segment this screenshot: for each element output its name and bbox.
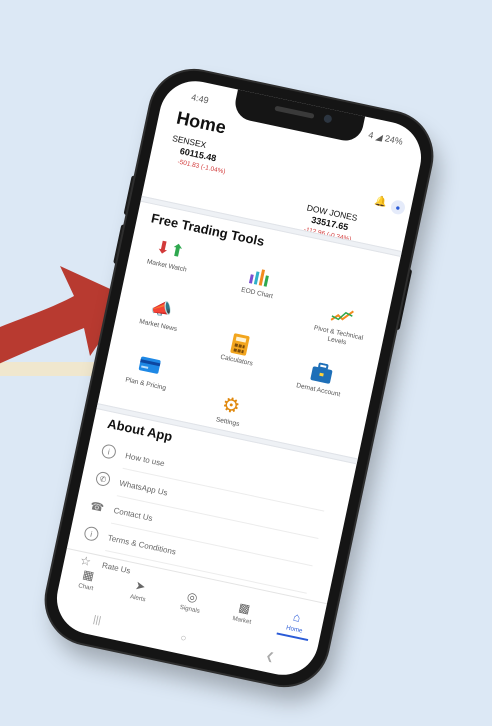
about-item-label: How to use (124, 450, 166, 468)
page-title: Home (174, 107, 228, 138)
nav-signals[interactable]: ◎ Signals (168, 586, 216, 618)
back-icon[interactable]: ❮ (265, 650, 275, 663)
tool-pivot-technical[interactable]: Pivot & Technical Levels (302, 299, 379, 353)
tool-demat-account[interactable]: Demat Account (283, 356, 358, 402)
phone-mockup: 4:49 4 ◢ 24% Home SENSEX 60115.48 -501.8… (38, 62, 440, 694)
nav-home[interactable]: ⌂ Home (271, 605, 320, 642)
bell-icon[interactable]: 🔔 (372, 193, 389, 210)
tool-market-news[interactable]: 📣 Market News (123, 291, 198, 337)
recent-apps-icon[interactable]: ||| (92, 614, 102, 626)
whatsapp-icon: ✆ (94, 470, 112, 488)
speaker (274, 105, 315, 119)
status-signal: 4 ◢ 24% (367, 129, 404, 147)
info-icon: i (83, 525, 100, 543)
camera (323, 114, 333, 124)
tool-eod-chart[interactable]: EOD Chart (222, 259, 297, 305)
nav-alerts[interactable]: ➤ Alerts (116, 575, 164, 607)
nav-market[interactable]: ▩ Market (220, 597, 268, 629)
tool-plan-pricing[interactable]: Plan & Pricing (110, 350, 185, 396)
status-time: 4:49 (190, 92, 210, 106)
home-circle-icon[interactable]: ○ (179, 632, 187, 644)
ticker-sensex[interactable]: SENSEX 60115.48 -501.83 (-1.04%) (167, 133, 231, 178)
app-screen: 4:49 4 ◢ 24% Home SENSEX 60115.48 -501.8… (50, 74, 428, 682)
tool-market-watch[interactable]: ⬇⬆ Market Watch (132, 232, 207, 278)
about-item-label: WhatsApp Us (118, 478, 169, 498)
nav-chart[interactable]: ▦ Chart (64, 564, 112, 596)
info-icon: i (100, 443, 118, 460)
phone-icon: ☎ (89, 499, 106, 515)
about-item-label: Contact Us (112, 505, 154, 523)
user-icon[interactable]: ● (389, 199, 407, 216)
tool-calculators[interactable]: Calculators (201, 326, 276, 372)
